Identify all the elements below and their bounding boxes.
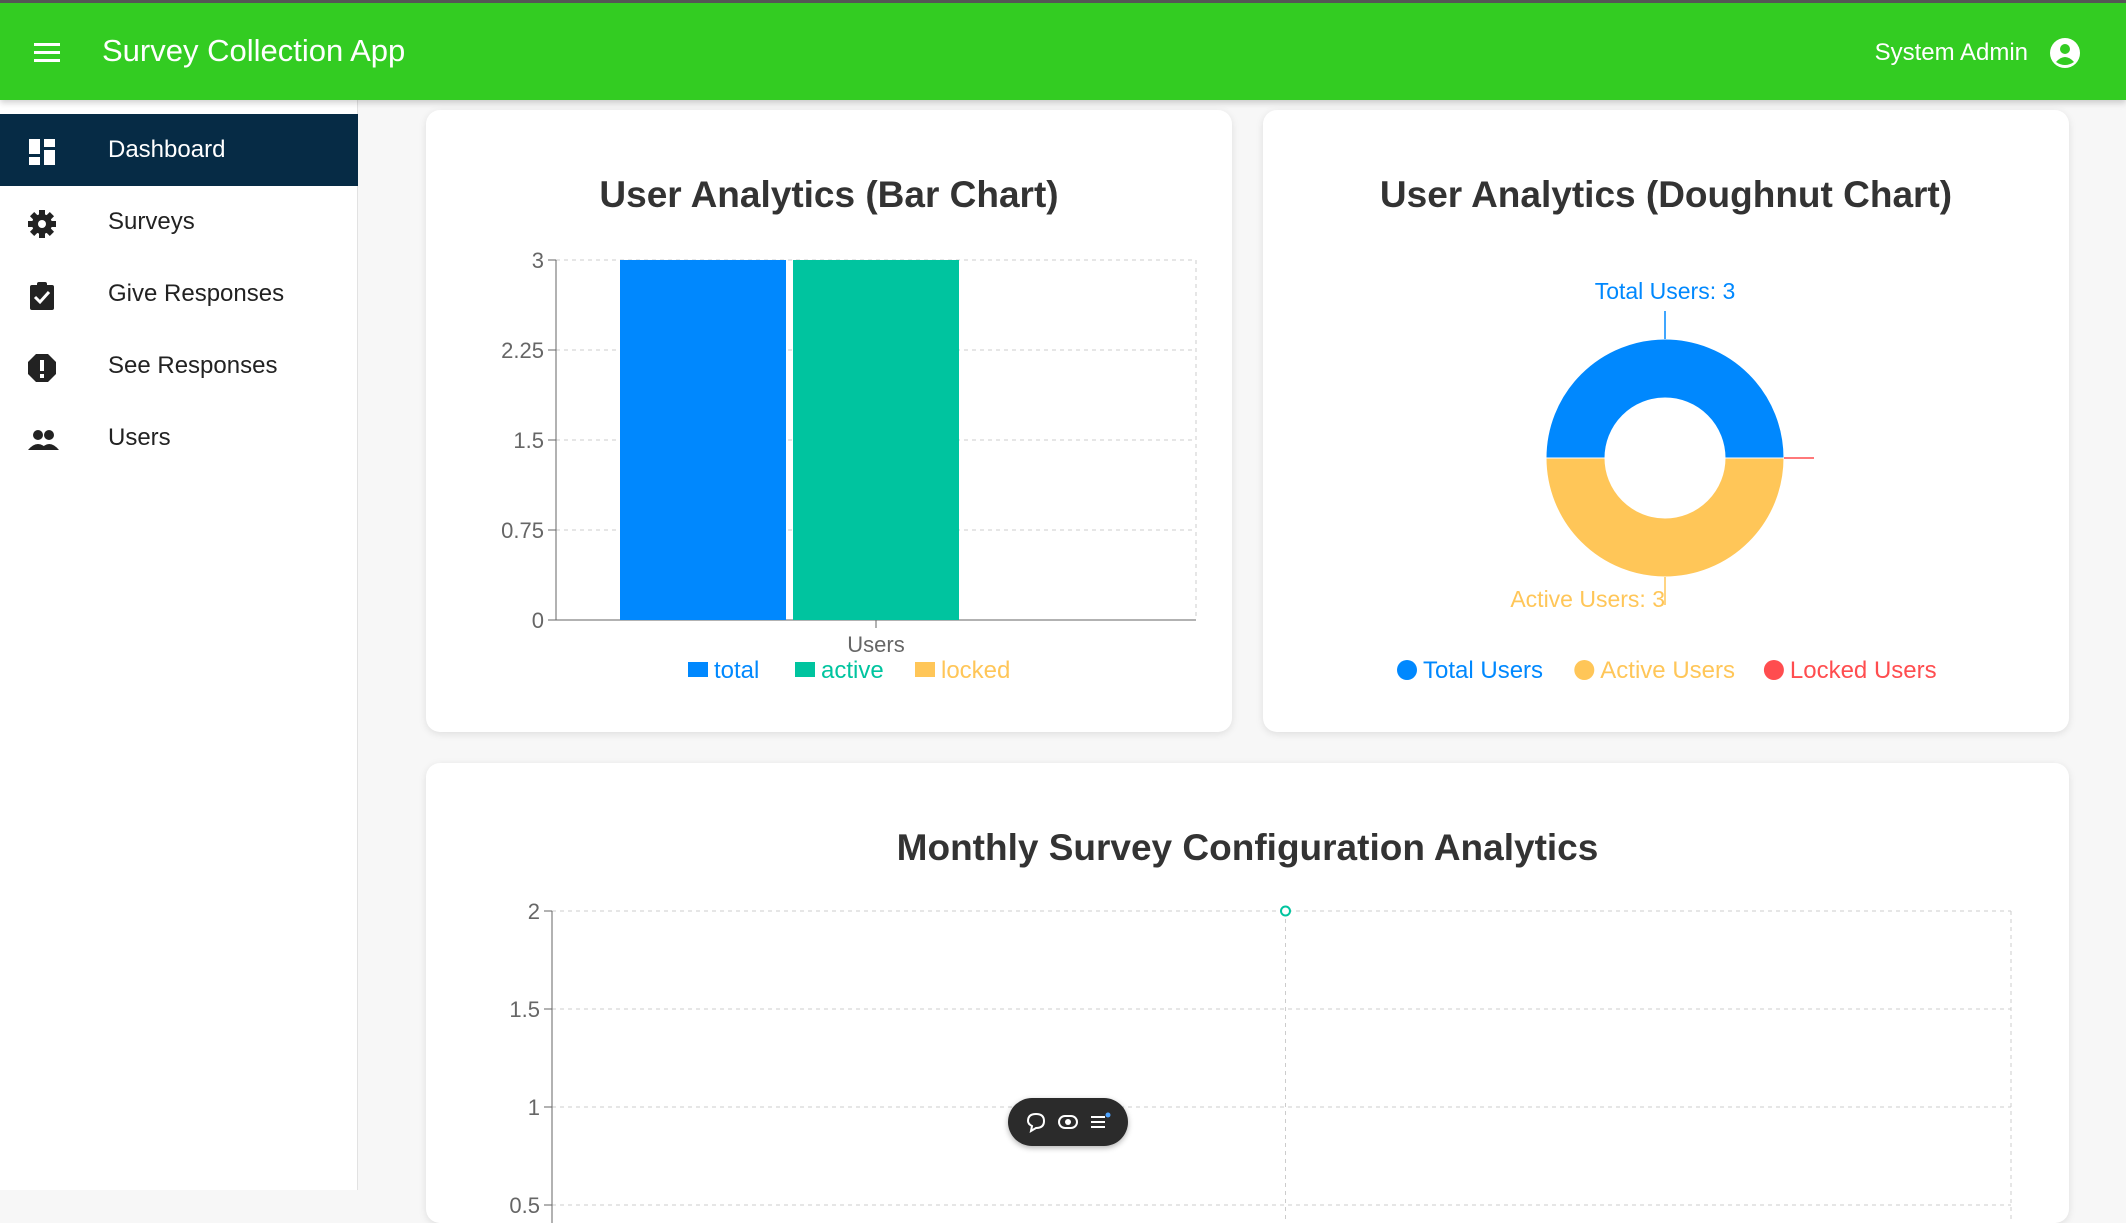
account-circle-icon[interactable] (2048, 36, 2082, 70)
legend-dot-locked-users (1763, 660, 1784, 680)
y-tick-label: 1 (528, 1095, 540, 1120)
legend-swatch-total (688, 662, 708, 677)
y-tick-label: 0.5 (509, 1193, 540, 1218)
alert-icon (26, 352, 58, 384)
sidebar-item-surveys[interactable]: Surveys (0, 186, 358, 258)
sidebar-item-label: Users (108, 424, 171, 451)
bar-chart-card: User Analytics (Bar Chart) 3 2.25 1.5 0.75 0… (426, 110, 1232, 732)
sidebar-item-dashboard[interactable]: Dashboard (0, 114, 358, 186)
legend-label-active: active (821, 657, 884, 684)
sidebar-item-label: Dashboard (108, 136, 226, 163)
legend-dot-total-users (1397, 660, 1417, 680)
list-icon[interactable] (1088, 1110, 1112, 1134)
sidebar-item-see-responses[interactable]: See Responses (0, 330, 358, 402)
y-tick-label: 2 (528, 899, 540, 924)
clipboard-check-icon (26, 280, 58, 312)
sidebar: Dashboard Surveys Give Responses See Res… (0, 100, 358, 1190)
y-tick-label: 0 (532, 608, 544, 633)
people-icon (26, 424, 59, 456)
bar-chart: 3 2.25 1.5 0.75 0 Users total active locked (501, 248, 1197, 684)
bar-total (620, 260, 786, 620)
gear-icon (26, 208, 58, 240)
doughnut-chart-card: User Analytics (Doughnut Chart) Total Us… (1263, 110, 2069, 732)
y-tick-label: 0.75 (501, 518, 544, 543)
floating-toolbar (1008, 1098, 1128, 1146)
user-name[interactable]: System Admin (1875, 39, 2028, 67)
y-tick-label: 3 (532, 248, 544, 273)
legend-label-total-users: Total Users (1423, 657, 1543, 684)
doughnut-slice-active-users (1545, 457, 1785, 578)
eye-icon[interactable] (1056, 1110, 1080, 1134)
y-tick-label: 2.25 (501, 338, 544, 363)
y-tick-label: 1.5 (509, 997, 540, 1022)
dashboard-icon (26, 136, 58, 168)
sidebar-item-label: Surveys (108, 208, 195, 235)
main-content: User Analytics (Bar Chart) 3 2.25 1.5 0.75 0… (358, 100, 2126, 1223)
sidebar-item-label: Give Responses (108, 280, 285, 307)
sidebar-item-users[interactable]: Users (0, 402, 358, 474)
legend-swatch-locked (915, 662, 935, 677)
sidebar-item-give-responses[interactable]: Give Responses (0, 258, 358, 330)
doughnut-slice-total-users (1545, 338, 1785, 459)
bar-active (793, 260, 959, 620)
doughnut-label-total: Total Users: 3 (1595, 278, 1736, 304)
chat-icon[interactable] (1024, 1110, 1048, 1134)
monthly-chart-card: Monthly Survey Configuration Analytics 2… (426, 763, 2069, 1223)
legend-swatch-active (795, 662, 815, 677)
legend-label-locked-users: Locked Users (1790, 657, 1937, 684)
doughnut-chart: Total Users: 3 Active Users: 3 Total Users… (1397, 278, 1937, 684)
legend-label-active-users: Active Users (1600, 657, 1735, 684)
legend-label-total: total (714, 657, 759, 684)
app-title: Survey Collection App (102, 33, 406, 68)
doughnut-label-active: Active Users: 3 (1510, 586, 1665, 612)
legend-label-locked: locked (941, 657, 1010, 684)
x-tick-label: Users (847, 632, 904, 657)
app-bar: Survey Collection App System Admin (0, 0, 2126, 100)
sidebar-item-label: See Responses (108, 352, 278, 379)
monthly-chart: 2 1.5 1 0.5 (509, 899, 2012, 1223)
y-tick-label: 1.5 (513, 428, 544, 453)
data-point (1280, 905, 1291, 917)
menu-icon[interactable] (28, 35, 68, 71)
legend-dot-active-users (1574, 660, 1595, 680)
